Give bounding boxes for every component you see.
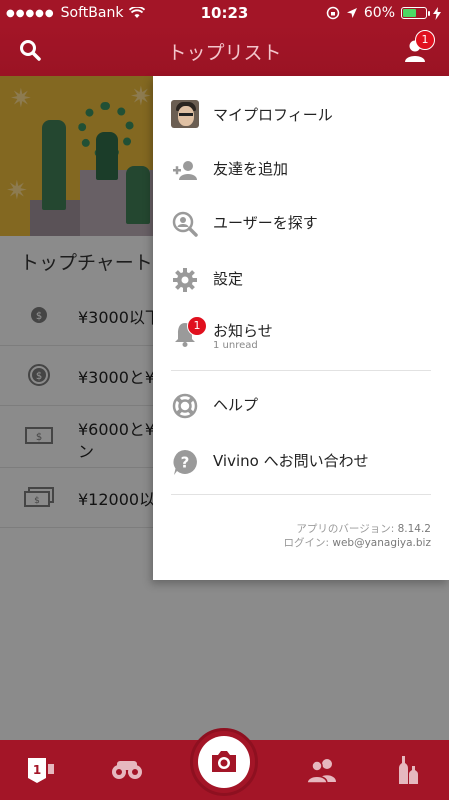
menu-divider [171,370,431,371]
battery-icon [401,7,430,19]
login-email: web@yanagiya.biz [332,537,431,549]
menu-item-contact-vivino[interactable]: ? Vivino へお問い合わせ [153,436,449,486]
page-title: トップリスト [167,42,282,64]
version-info: アプリのバージョン: 8.14.2 ログイン: web@yanagiya.biz [283,523,431,549]
svg-text:?: ? [181,454,190,472]
avatar [171,100,199,128]
gear-icon [173,268,197,292]
menu-item-find-users[interactable]: ユーザーを探す [153,198,449,248]
menu-item-add-friend[interactable]: 友達を追加 [153,144,449,194]
notification-badge: 1 [187,316,207,336]
search-user-icon [172,211,198,237]
top-lists-icon[interactable]: 1 [24,754,58,786]
camera-button[interactable] [190,728,258,796]
unread-count: 1 unread [213,340,258,351]
charging-icon [433,6,441,20]
status-bar: ●●●●● SoftBank 10:23 60% [0,0,449,26]
question-icon: ? [173,450,197,475]
profile-dropdown-menu: マイプロフィール 友達を追加 ユーザーを探す 設定 1 お知らせ 1 unrea… [153,76,449,580]
version-number: 8.14.2 [397,523,431,535]
menu-item-my-profile[interactable]: マイプロフィール [153,90,449,140]
my-wines-icon[interactable] [390,754,424,786]
friends-icon[interactable] [305,754,339,786]
menu-item-help[interactable]: ヘルプ [153,380,449,430]
menu-divider [171,494,431,495]
lifebuoy-icon [172,393,198,419]
camera-icon [212,751,236,772]
explore-icon[interactable] [110,754,144,786]
location-icon [346,8,357,18]
add-friend-icon [173,161,197,180]
battery-percent: 60% [363,5,395,21]
menu-item-settings[interactable]: 設定 [153,254,449,304]
profile-menu-button[interactable]: 1 [401,30,435,66]
orientation-lock-icon [326,6,340,20]
notification-badge: 1 [415,30,435,50]
nav-bar: トップリスト 1 [0,26,449,76]
menu-item-notifications[interactable]: 1 お知らせ 1 unread [153,308,449,358]
svg-text:1: 1 [33,763,41,777]
